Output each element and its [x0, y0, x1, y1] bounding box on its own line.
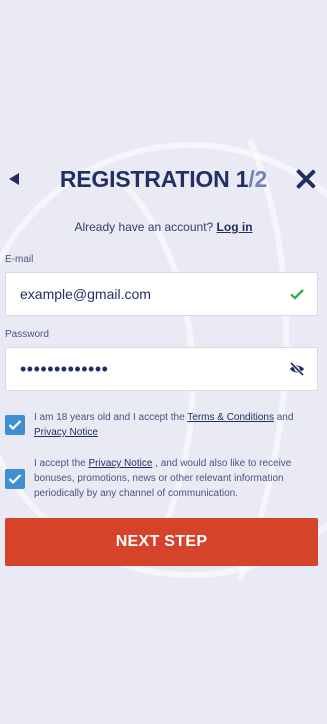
- privacy-notice-link[interactable]: Privacy Notice: [34, 427, 98, 438]
- password-field: [5, 347, 318, 391]
- terms-text-1: I am 18 years old and I accept the: [34, 412, 185, 423]
- title-main: REGISTRATION 1: [59, 166, 249, 192]
- marketing-checkbox[interactable]: [5, 469, 25, 489]
- terms-consent-text: I am 18 years old and I accept the Terms…: [34, 410, 318, 440]
- email-field: [5, 272, 318, 316]
- next-step-button[interactable]: NEXT STEP: [5, 518, 318, 566]
- login-link[interactable]: Log in: [217, 220, 253, 234]
- login-prompt-line: Already have an account? Log in: [0, 220, 327, 234]
- terms-checkbox[interactable]: [5, 415, 25, 435]
- close-icon[interactable]: [295, 168, 317, 190]
- email-input[interactable]: [20, 273, 280, 315]
- title-step-total: /2: [248, 166, 268, 192]
- page-title: REGISTRATION 1/2: [0, 166, 327, 193]
- checkmark-icon: [8, 420, 22, 431]
- password-input[interactable]: [20, 348, 280, 390]
- login-prompt: Already have an account?: [74, 220, 214, 234]
- marketing-consent-text: I accept the Privacy Notice , and would …: [34, 456, 318, 501]
- marketing-text-1: I accept the: [34, 458, 86, 469]
- email-label: E-mail: [5, 254, 34, 265]
- password-label: Password: [5, 329, 49, 340]
- checkmark-icon: [8, 474, 22, 485]
- check-icon: [290, 289, 304, 300]
- header: REGISTRATION 1/2: [0, 160, 327, 200]
- marketing-privacy-link[interactable]: Privacy Notice: [88, 458, 152, 469]
- eye-hidden-icon[interactable]: [289, 361, 305, 377]
- terms-text-2: and: [276, 412, 294, 423]
- terms-link[interactable]: Terms & Conditions: [187, 412, 274, 423]
